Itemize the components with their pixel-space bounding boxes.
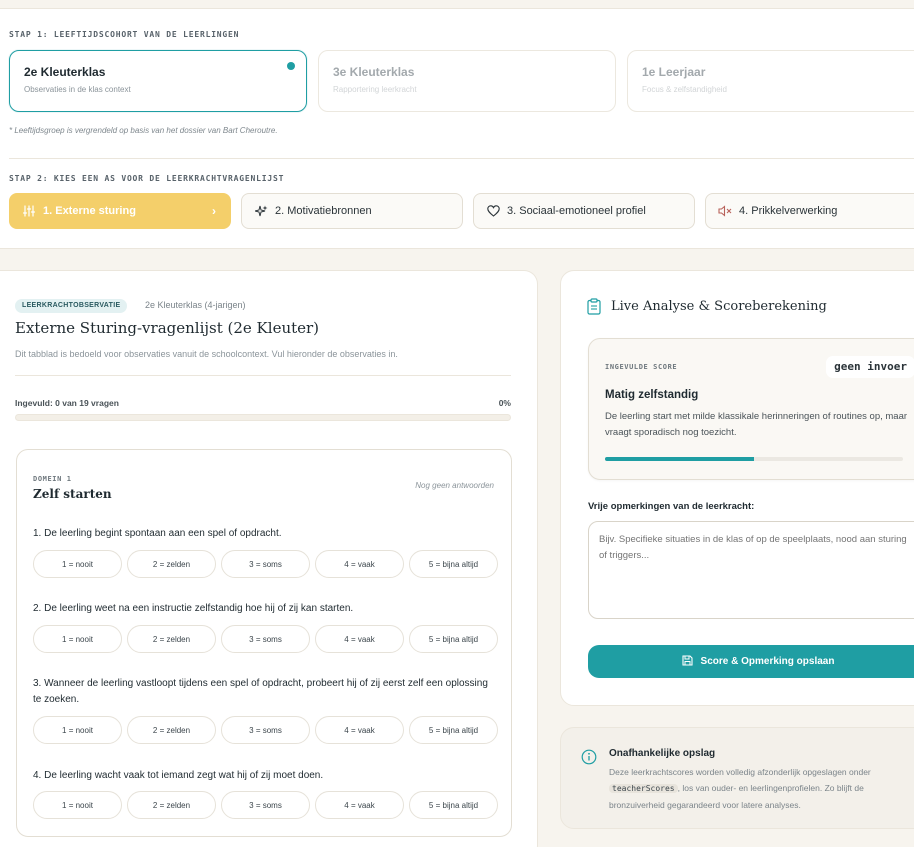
save-button-label: Score & Opmerking opslaan (700, 656, 835, 667)
heart-icon (486, 204, 500, 218)
selected-dot-icon (287, 62, 295, 70)
domain-title: Zelf starten (33, 487, 112, 501)
answer-option-2[interactable]: 2 = zelden (127, 791, 216, 819)
info-text-before: Deze leerkrachtscores worden volledig af… (609, 767, 871, 777)
answer-options: 1 = nooit 2 = zelden 3 = soms 4 = vaak 5… (33, 716, 498, 744)
cohort-title: 2e Kleuterklas (24, 65, 106, 79)
clipboard-icon (587, 298, 603, 316)
domain-kicker: DOMEIN 1 (33, 475, 72, 483)
divider (9, 158, 914, 159)
observation-badge: LEERKRACHTOBSERVATIE (15, 299, 128, 313)
answer-option-3[interactable]: 3 = soms (221, 791, 310, 819)
question-text: 2. De leerling weet na een instructie ze… (33, 603, 354, 614)
answer-option-1[interactable]: 1 = nooit (33, 625, 122, 653)
speaker-mute-icon (718, 204, 732, 218)
score-title: Matig zelfstandig (605, 389, 699, 401)
questionnaire-description: Dit tabblad is bedoeld voor observaties … (15, 349, 398, 359)
answer-option-2[interactable]: 2 = zelden (127, 550, 216, 578)
info-title: Onafhankelijke opslag (609, 748, 716, 759)
answer-options: 1 = nooit 2 = zelden 3 = soms 4 = vaak 5… (33, 550, 498, 578)
tab-label: 4. Prikkelverwerking (739, 205, 838, 217)
cohort-lock-note: * Leeftijdsgroep is vergrendeld op basis… (9, 126, 278, 135)
tab-sociaal-emotioneel[interactable]: 3. Sociaal-emotioneel profiel (473, 193, 695, 229)
remarks-textarea[interactable] (588, 521, 914, 619)
sliders-icon (22, 204, 36, 218)
info-icon (581, 749, 597, 765)
step1-label: STAP 1: LEEFTIJDSCOHORT VAN DE LEERLINGE… (9, 30, 240, 39)
question-text: 1. De leerling begint spontaan aan een s… (33, 528, 282, 539)
storage-info-card: Onafhankelijke opslag Deze leerkrachtsco… (560, 727, 914, 829)
cohort-card-3e-kleuterklas: 3e Kleuterklas Rapportering leerkracht (318, 50, 616, 112)
score-bar (605, 457, 903, 461)
answer-option-2[interactable]: 2 = zelden (127, 625, 216, 653)
domain-status: Nog geen antwoorden (415, 481, 494, 490)
answer-options: 1 = nooit 2 = zelden 3 = soms 4 = vaak 5… (33, 791, 498, 819)
step2-label: STAP 2: KIES EEN AS VOOR DE LEERKRACHTVR… (9, 174, 285, 183)
cohort-subtitle: Focus & zelfstandigheid (642, 85, 727, 94)
answer-option-4[interactable]: 4 = vaak (315, 625, 404, 653)
answer-option-5[interactable]: 5 = bijna altijd (409, 716, 498, 744)
answer-option-4[interactable]: 4 = vaak (315, 791, 404, 819)
save-icon (681, 654, 693, 669)
answer-option-2[interactable]: 2 = zelden (127, 716, 216, 744)
questionnaire-title: Externe Sturing-vragenlijst (2e Kleuter) (15, 319, 320, 337)
tab-externe-sturing[interactable]: 1. Externe sturing › (9, 193, 231, 229)
tab-label: 3. Sociaal-emotioneel profiel (507, 205, 646, 217)
score-bar-fill (605, 457, 754, 461)
score-summary: INGEVULDE SCORE geen invoer Matig zelfst… (588, 338, 914, 480)
save-score-button[interactable]: Score & Opmerking opslaan (588, 645, 914, 678)
answer-option-1[interactable]: 1 = nooit (33, 550, 122, 578)
question-text: 4. De leerling wacht vaak tot iemand zeg… (33, 770, 324, 781)
domain-card: DOMEIN 1 Zelf starten Nog geen antwoorde… (16, 449, 512, 837)
sparkles-icon (254, 204, 268, 218)
answer-option-1[interactable]: 1 = nooit (33, 791, 122, 819)
answer-option-5[interactable]: 5 = bijna altijd (409, 550, 498, 578)
analysis-card: Live Analyse & Scoreberekening INGEVULDE… (560, 270, 914, 706)
cohort-card-2e-kleuterklas[interactable]: 2e Kleuterklas Observaties in de klas co… (9, 50, 307, 112)
tab-label: 2. Motivatiebronnen (275, 205, 372, 217)
age-group-label: 2e Kleuterklas (4-jarigen) (145, 300, 246, 310)
chevron-right-icon: › (212, 204, 216, 218)
answer-option-5[interactable]: 5 = bijna altijd (409, 625, 498, 653)
answer-option-3[interactable]: 3 = soms (221, 550, 310, 578)
question-text: 3. Wanneer de leerling vastloopt tijdens… (33, 678, 488, 705)
progress-percentage: 0% (498, 398, 511, 408)
answer-option-3[interactable]: 3 = soms (221, 716, 310, 744)
cohort-subtitle: Rapportering leerkracht (333, 85, 417, 94)
tab-label: 1. Externe sturing (43, 205, 136, 217)
remarks-label: Vrije opmerkingen van de leerkracht: (588, 501, 755, 512)
questionnaire-card: LEERKRACHTOBSERVATIE 2e Kleuterklas (4-j… (0, 270, 538, 847)
score-value-chip: geen invoer (826, 356, 914, 378)
progress-label: Ingevuld: 0 van 19 vragen (15, 398, 119, 408)
tab-prikkelverwerking[interactable]: 4. Prikkelverwerking (705, 193, 914, 229)
tab-motivatiebronnen[interactable]: 2. Motivatiebronnen (241, 193, 463, 229)
cohort-subtitle: Observaties in de klas context (24, 85, 131, 94)
progress-bar (15, 414, 511, 421)
answer-options: 1 = nooit 2 = zelden 3 = soms 4 = vaak 5… (33, 625, 498, 653)
info-code: teacherScores (609, 784, 678, 793)
answer-option-4[interactable]: 4 = vaak (315, 716, 404, 744)
cohort-card-1e-leerjaar: 1e Leerjaar Focus & zelfstandigheid (627, 50, 914, 112)
answer-option-4[interactable]: 4 = vaak (315, 550, 404, 578)
answer-option-3[interactable]: 3 = soms (221, 625, 310, 653)
score-kicker: INGEVULDE SCORE (605, 363, 678, 371)
analysis-title: Live Analyse & Scoreberekening (611, 299, 827, 314)
answer-option-1[interactable]: 1 = nooit (33, 716, 122, 744)
info-text: Deze leerkrachtscores worden volledig af… (609, 764, 914, 813)
answer-option-5[interactable]: 5 = bijna altijd (409, 791, 498, 819)
score-description: De leerling start met milde klassikale h… (605, 411, 908, 438)
cohort-title: 3e Kleuterklas (333, 65, 415, 79)
divider (15, 375, 511, 376)
cohort-title: 1e Leerjaar (642, 65, 706, 79)
